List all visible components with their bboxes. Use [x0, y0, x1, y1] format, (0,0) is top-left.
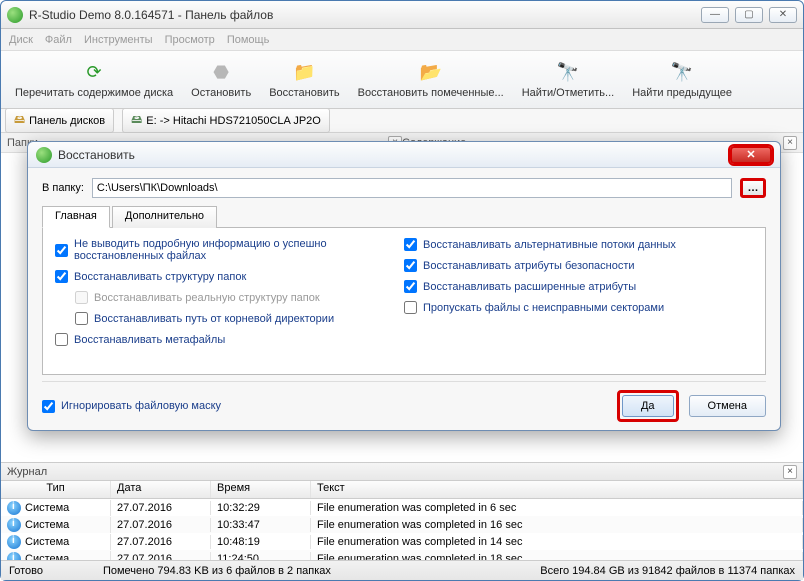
log-row[interactable]: Система27.07.201610:48:19File enumeratio… — [1, 533, 803, 550]
opt-alt-streams[interactable]: Восстанавливать альтернативные потоки да… — [404, 238, 753, 251]
dialog-title: Восстановить — [58, 148, 135, 162]
opt-attr-sec[interactable]: Восстанавливать атрибуты безопасности — [404, 259, 753, 272]
menu-file[interactable]: Файл — [45, 34, 72, 46]
window-title: R-Studio Demo 8.0.164571 - Панель файлов — [29, 8, 273, 22]
menubar: Диск Файл Инструменты Просмотр Помощь — [1, 29, 803, 51]
app-icon — [7, 7, 23, 23]
log-row[interactable]: Система27.07.201610:32:29File enumeratio… — [1, 499, 803, 516]
path-label: В папку: — [42, 182, 84, 194]
close-window-button[interactable]: ✕ — [769, 7, 797, 23]
opt-restore-struct[interactable]: Восстанавливать структуру папок — [55, 270, 404, 283]
path-input[interactable] — [92, 178, 732, 198]
tab-main[interactable]: Главная — [42, 206, 110, 228]
log-rows: Система27.07.201610:32:29File enumeratio… — [1, 499, 803, 567]
browse-button[interactable]: … — [740, 178, 766, 198]
col-time[interactable]: Время — [211, 481, 311, 498]
dialog-icon — [36, 147, 52, 163]
journal-title: Журнал — [7, 466, 47, 478]
opt-skip-bad[interactable]: Пропускать файлы с неисправными секторам… — [404, 301, 753, 314]
col-date[interactable]: Дата — [111, 481, 211, 498]
main-window: R-Studio Demo 8.0.164571 - Панель файлов… — [0, 0, 804, 581]
minimize-button[interactable]: — — [701, 7, 729, 23]
opt-ignore-mask[interactable]: Игнорировать файловую маску — [42, 400, 221, 413]
disk-bar: 🖴 Панель дисков 🖴 E: -> Hitachi HDS72105… — [1, 109, 803, 133]
maximize-button[interactable]: ▢ — [735, 7, 763, 23]
opt-restore-meta[interactable]: Восстанавливать метафайлы — [55, 333, 404, 346]
info-icon — [7, 518, 21, 532]
opt-ext-attr[interactable]: Восстанавливать расширенные атрибуты — [404, 280, 753, 293]
disk-icon: 🖴 — [14, 111, 25, 130]
folder-marked-icon: 📂 — [419, 61, 443, 85]
menu-disk[interactable]: Диск — [9, 34, 33, 46]
binoculars-icon: 🔭 — [556, 61, 580, 85]
log-header: Тип Дата Время Текст — [1, 481, 803, 499]
recover-button[interactable]: 📁 Восстановить — [263, 59, 345, 101]
ok-button[interactable]: Да — [622, 395, 674, 417]
contents-pane-close[interactable]: × — [783, 136, 797, 150]
stop-button[interactable]: ⬣ Остановить — [185, 59, 257, 101]
reread-button[interactable]: ⟳ Перечитать содержимое диска — [9, 59, 179, 101]
menu-view[interactable]: Просмотр — [165, 34, 215, 46]
cancel-button[interactable]: Отмена — [689, 395, 766, 417]
journal-close[interactable]: × — [783, 465, 797, 479]
recover-dialog: Восстановить ✕ В папку: … Главная Дополн… — [27, 141, 781, 431]
hdd-icon: 🖴 — [131, 111, 142, 130]
status-left: Готово — [9, 565, 43, 577]
menu-tools[interactable]: Инструменты — [84, 34, 153, 46]
stop-icon: ⬣ — [209, 61, 233, 85]
tab-advanced[interactable]: Дополнительно — [112, 206, 217, 228]
disk-panel-tab[interactable]: 🖴 Панель дисков — [5, 108, 114, 133]
statusbar: Готово Помечено 794.83 KB из 6 файлов в … — [1, 560, 803, 580]
col-type[interactable]: Тип — [1, 481, 111, 498]
log-row[interactable]: Система27.07.201610:33:47File enumeratio… — [1, 516, 803, 533]
disk-drive-tab[interactable]: 🖴 E: -> Hitachi HDS721050CLA JP2O — [122, 108, 330, 133]
dialog-close-button[interactable]: ✕ — [730, 146, 772, 164]
find-prev-button[interactable]: 🔭 Найти предыдущее — [626, 59, 738, 101]
info-icon — [7, 501, 21, 515]
dialog-titlebar: Восстановить ✕ — [28, 142, 780, 168]
toolbar: ⟳ Перечитать содержимое диска ⬣ Останови… — [1, 51, 803, 109]
status-mid: Помечено 794.83 KB из 6 файлов в 2 папка… — [103, 565, 331, 577]
tab-panel-main: Не выводить подробную информацию о успеш… — [42, 227, 766, 375]
refresh-icon: ⟳ — [82, 61, 106, 85]
status-right: Всего 194.84 GB из 91842 файлов в 11374 … — [540, 565, 795, 577]
menu-help[interactable]: Помощь — [227, 34, 270, 46]
titlebar: R-Studio Demo 8.0.164571 - Панель файлов… — [1, 1, 803, 29]
opt-restore-real-struct: Восстанавливать реальную структуру папок — [55, 291, 404, 304]
opt-no-detail[interactable]: Не выводить подробную информацию о успеш… — [55, 238, 404, 262]
recover-marked-button[interactable]: 📂 Восстановить помеченные... — [352, 59, 510, 101]
folder-recover-icon: 📁 — [292, 61, 316, 85]
find-button[interactable]: 🔭 Найти/Отметить... — [516, 59, 620, 101]
col-text[interactable]: Текст — [311, 481, 803, 498]
info-icon — [7, 535, 21, 549]
binoculars-prev-icon: 🔭 — [670, 61, 694, 85]
opt-restore-from-root[interactable]: Восстанавливать путь от корневой директо… — [55, 312, 404, 325]
